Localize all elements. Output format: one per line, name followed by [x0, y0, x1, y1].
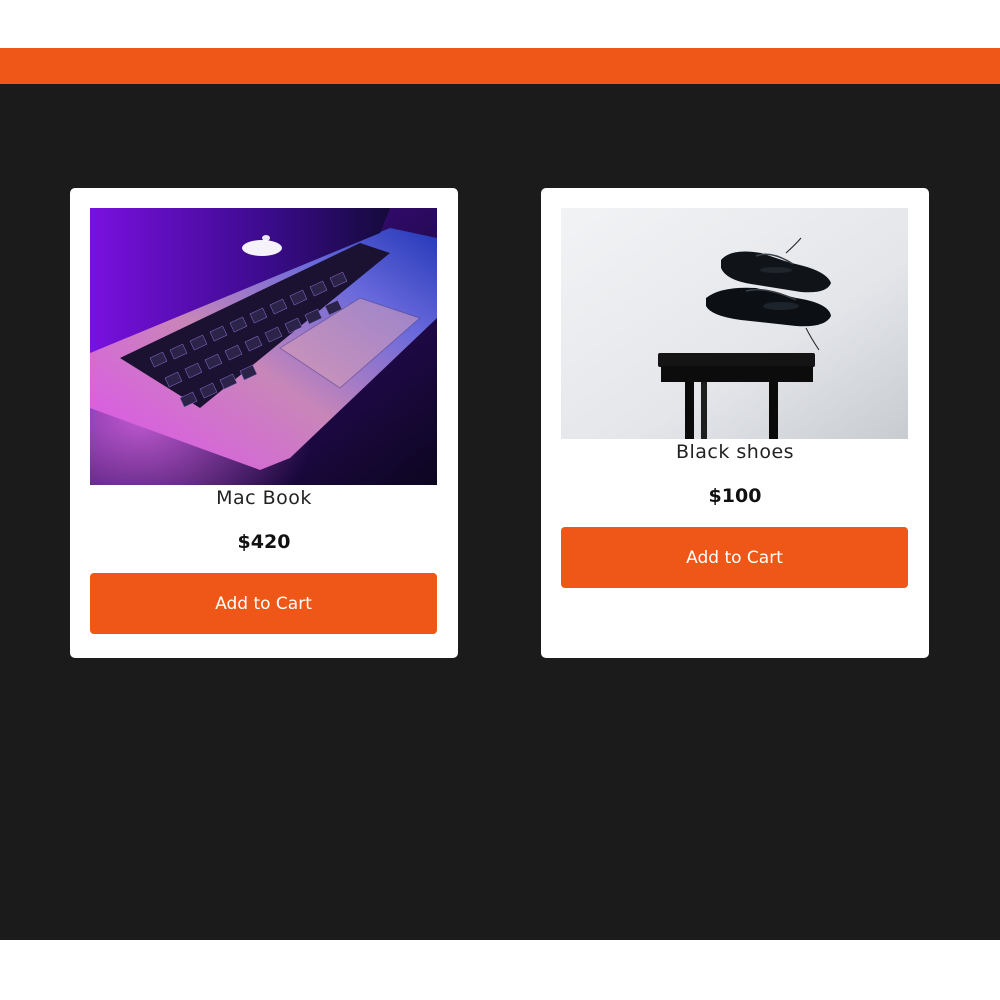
shoes-on-stool-photo[interactable] — [561, 208, 908, 439]
product-price: $420 — [237, 531, 291, 553]
top-spacer — [0, 0, 1000, 48]
product-card-macbook: Mac Book $420 Add to Cart — [70, 188, 458, 658]
laptop-photo[interactable] — [90, 208, 437, 485]
laptop-image-svg — [90, 208, 437, 485]
header-bar — [0, 48, 1000, 84]
product-name: Mac Book — [216, 487, 312, 509]
product-card-black-shoes: Black shoes $100 Add to Cart — [541, 188, 929, 658]
add-to-cart-button[interactable]: Add to Cart — [90, 573, 437, 634]
add-to-cart-button[interactable]: Add to Cart — [561, 527, 908, 588]
product-price: $100 — [708, 485, 762, 507]
product-grid: Mac Book $420 Add to Cart Black shoes $1… — [0, 84, 1000, 940]
product-name: Black shoes — [675, 441, 795, 463]
shoes-image-svg — [561, 208, 908, 439]
bottom-spacer — [0, 940, 1000, 1000]
